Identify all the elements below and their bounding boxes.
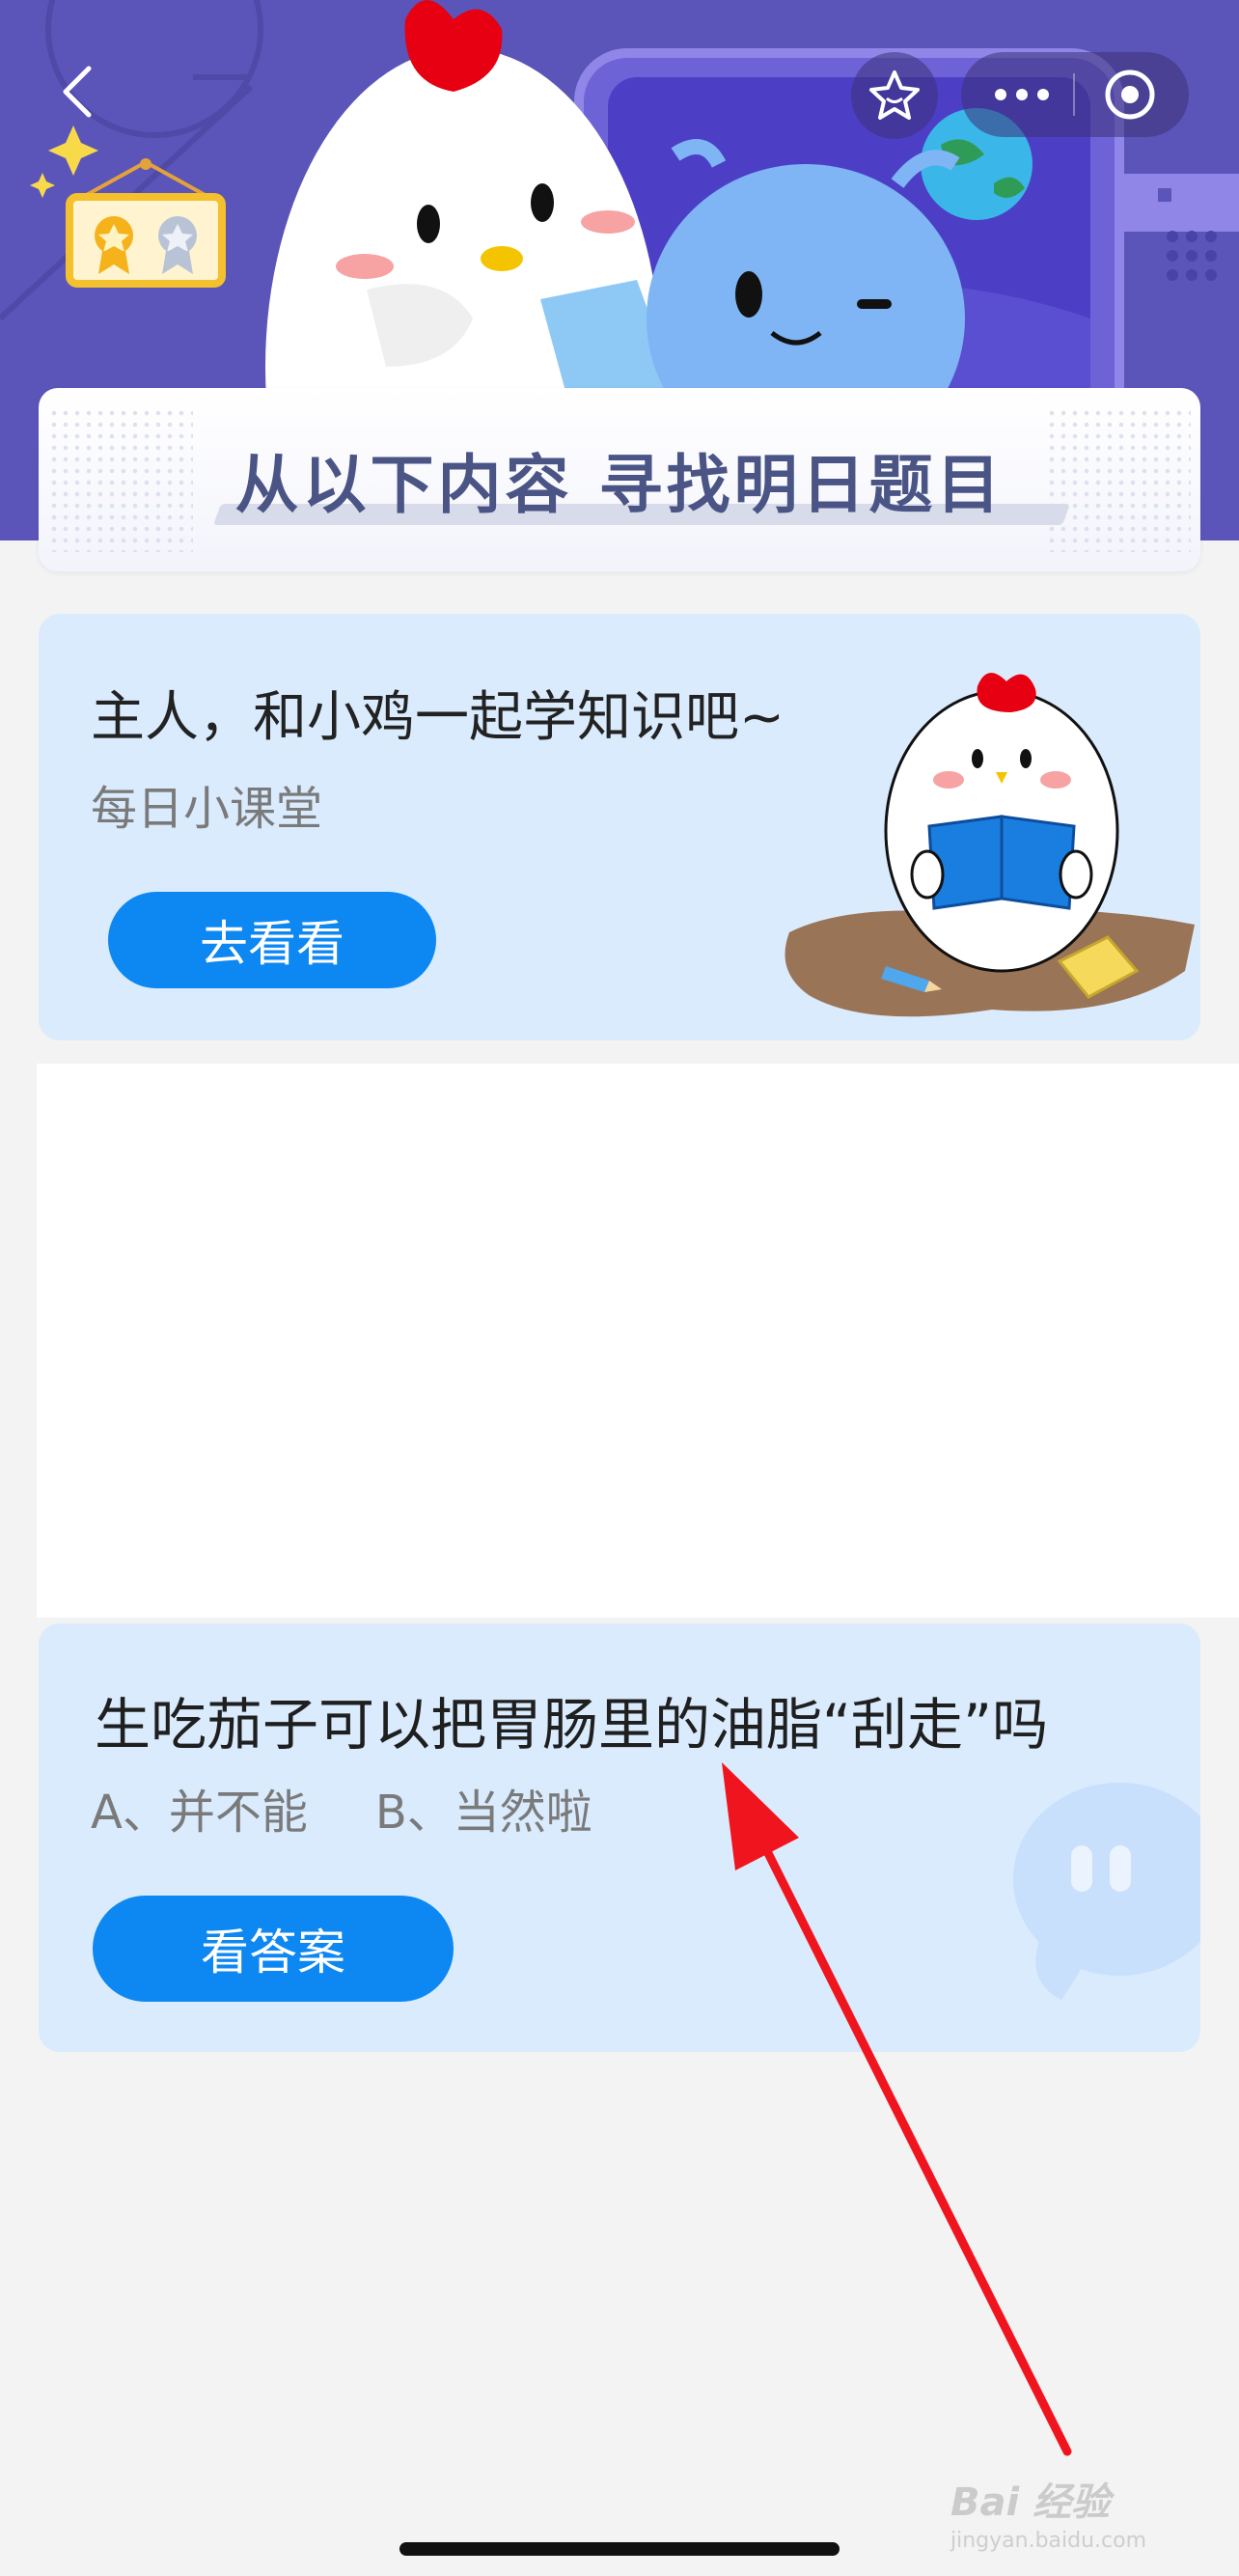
miniprogram-capsule (961, 52, 1189, 137)
banner-dots-left (48, 407, 193, 552)
chicken-reading-illustration (785, 673, 1195, 1017)
quiz-card: 生吃茄子可以把胃肠里的油脂“刮走”吗 A、并不能 B、当然啦 看答案 (39, 1623, 1200, 2052)
favorite-star-icon (869, 70, 920, 120)
lesson-card-subtitle: 每日小课堂 (91, 782, 323, 836)
close-button[interactable] (1087, 52, 1173, 137)
quiz-options: A、并不能 B、当然啦 (91, 1774, 592, 1842)
quiz-option-b: B、当然啦 (374, 1786, 592, 1840)
favorite-button[interactable] (851, 52, 938, 139)
go-see-button[interactable]: 去看看 (108, 892, 436, 988)
back-button[interactable] (48, 58, 106, 125)
home-indicator[interactable] (399, 2542, 840, 2556)
close-circle-icon (1105, 69, 1155, 120)
capsule-divider (1073, 73, 1075, 116)
baidu-watermark-url: jingyan.baidu.com (950, 2529, 1147, 2553)
view-answer-button[interactable]: 看答案 (93, 1896, 454, 2002)
lesson-card: 主人，和小鸡一起学知识吧~ 每日小课堂 去看看 (39, 614, 1200, 1040)
empty-content-area (37, 1064, 1239, 1618)
medal-icon[interactable] (64, 158, 228, 290)
more-icon (995, 89, 1049, 100)
banner-dots-right (1046, 407, 1191, 552)
quiz-question: 生吃茄子可以把胃肠里的油脂“刮走”吗 (95, 1692, 1049, 1758)
lesson-card-title: 主人，和小鸡一起学知识吧~ (91, 686, 785, 749)
banner: 从以下内容 寻找明日题目 (39, 388, 1200, 571)
chat-bubble-decoration-icon (1013, 1783, 1200, 2000)
back-icon (63, 66, 92, 118)
quiz-option-a: A、并不能 (91, 1786, 308, 1840)
baidu-watermark: Bai 经验 (950, 2480, 1111, 2525)
more-button[interactable] (978, 52, 1065, 137)
banner-title: 从以下内容 寻找明日题目 (234, 448, 1005, 522)
